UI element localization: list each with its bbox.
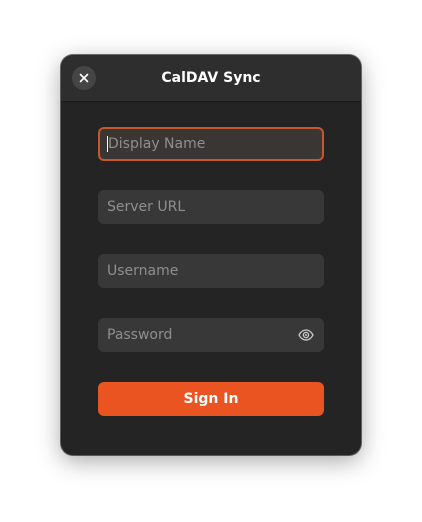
header-bar: CalDAV Sync: [61, 55, 361, 102]
display-name-input[interactable]: [108, 136, 315, 152]
password-input[interactable]: [107, 327, 297, 343]
server-url-input[interactable]: [107, 199, 315, 215]
display-name-field[interactable]: [98, 127, 324, 161]
eye-icon[interactable]: [297, 326, 315, 344]
password-field[interactable]: [98, 318, 324, 352]
sign-in-button[interactable]: Sign In: [98, 382, 324, 416]
username-input[interactable]: [107, 263, 315, 279]
dialog-title: CalDAV Sync: [161, 70, 261, 86]
server-url-field[interactable]: [98, 190, 324, 224]
username-field[interactable]: [98, 254, 324, 288]
caldav-sync-dialog: CalDAV Sync Sign In: [61, 55, 361, 455]
